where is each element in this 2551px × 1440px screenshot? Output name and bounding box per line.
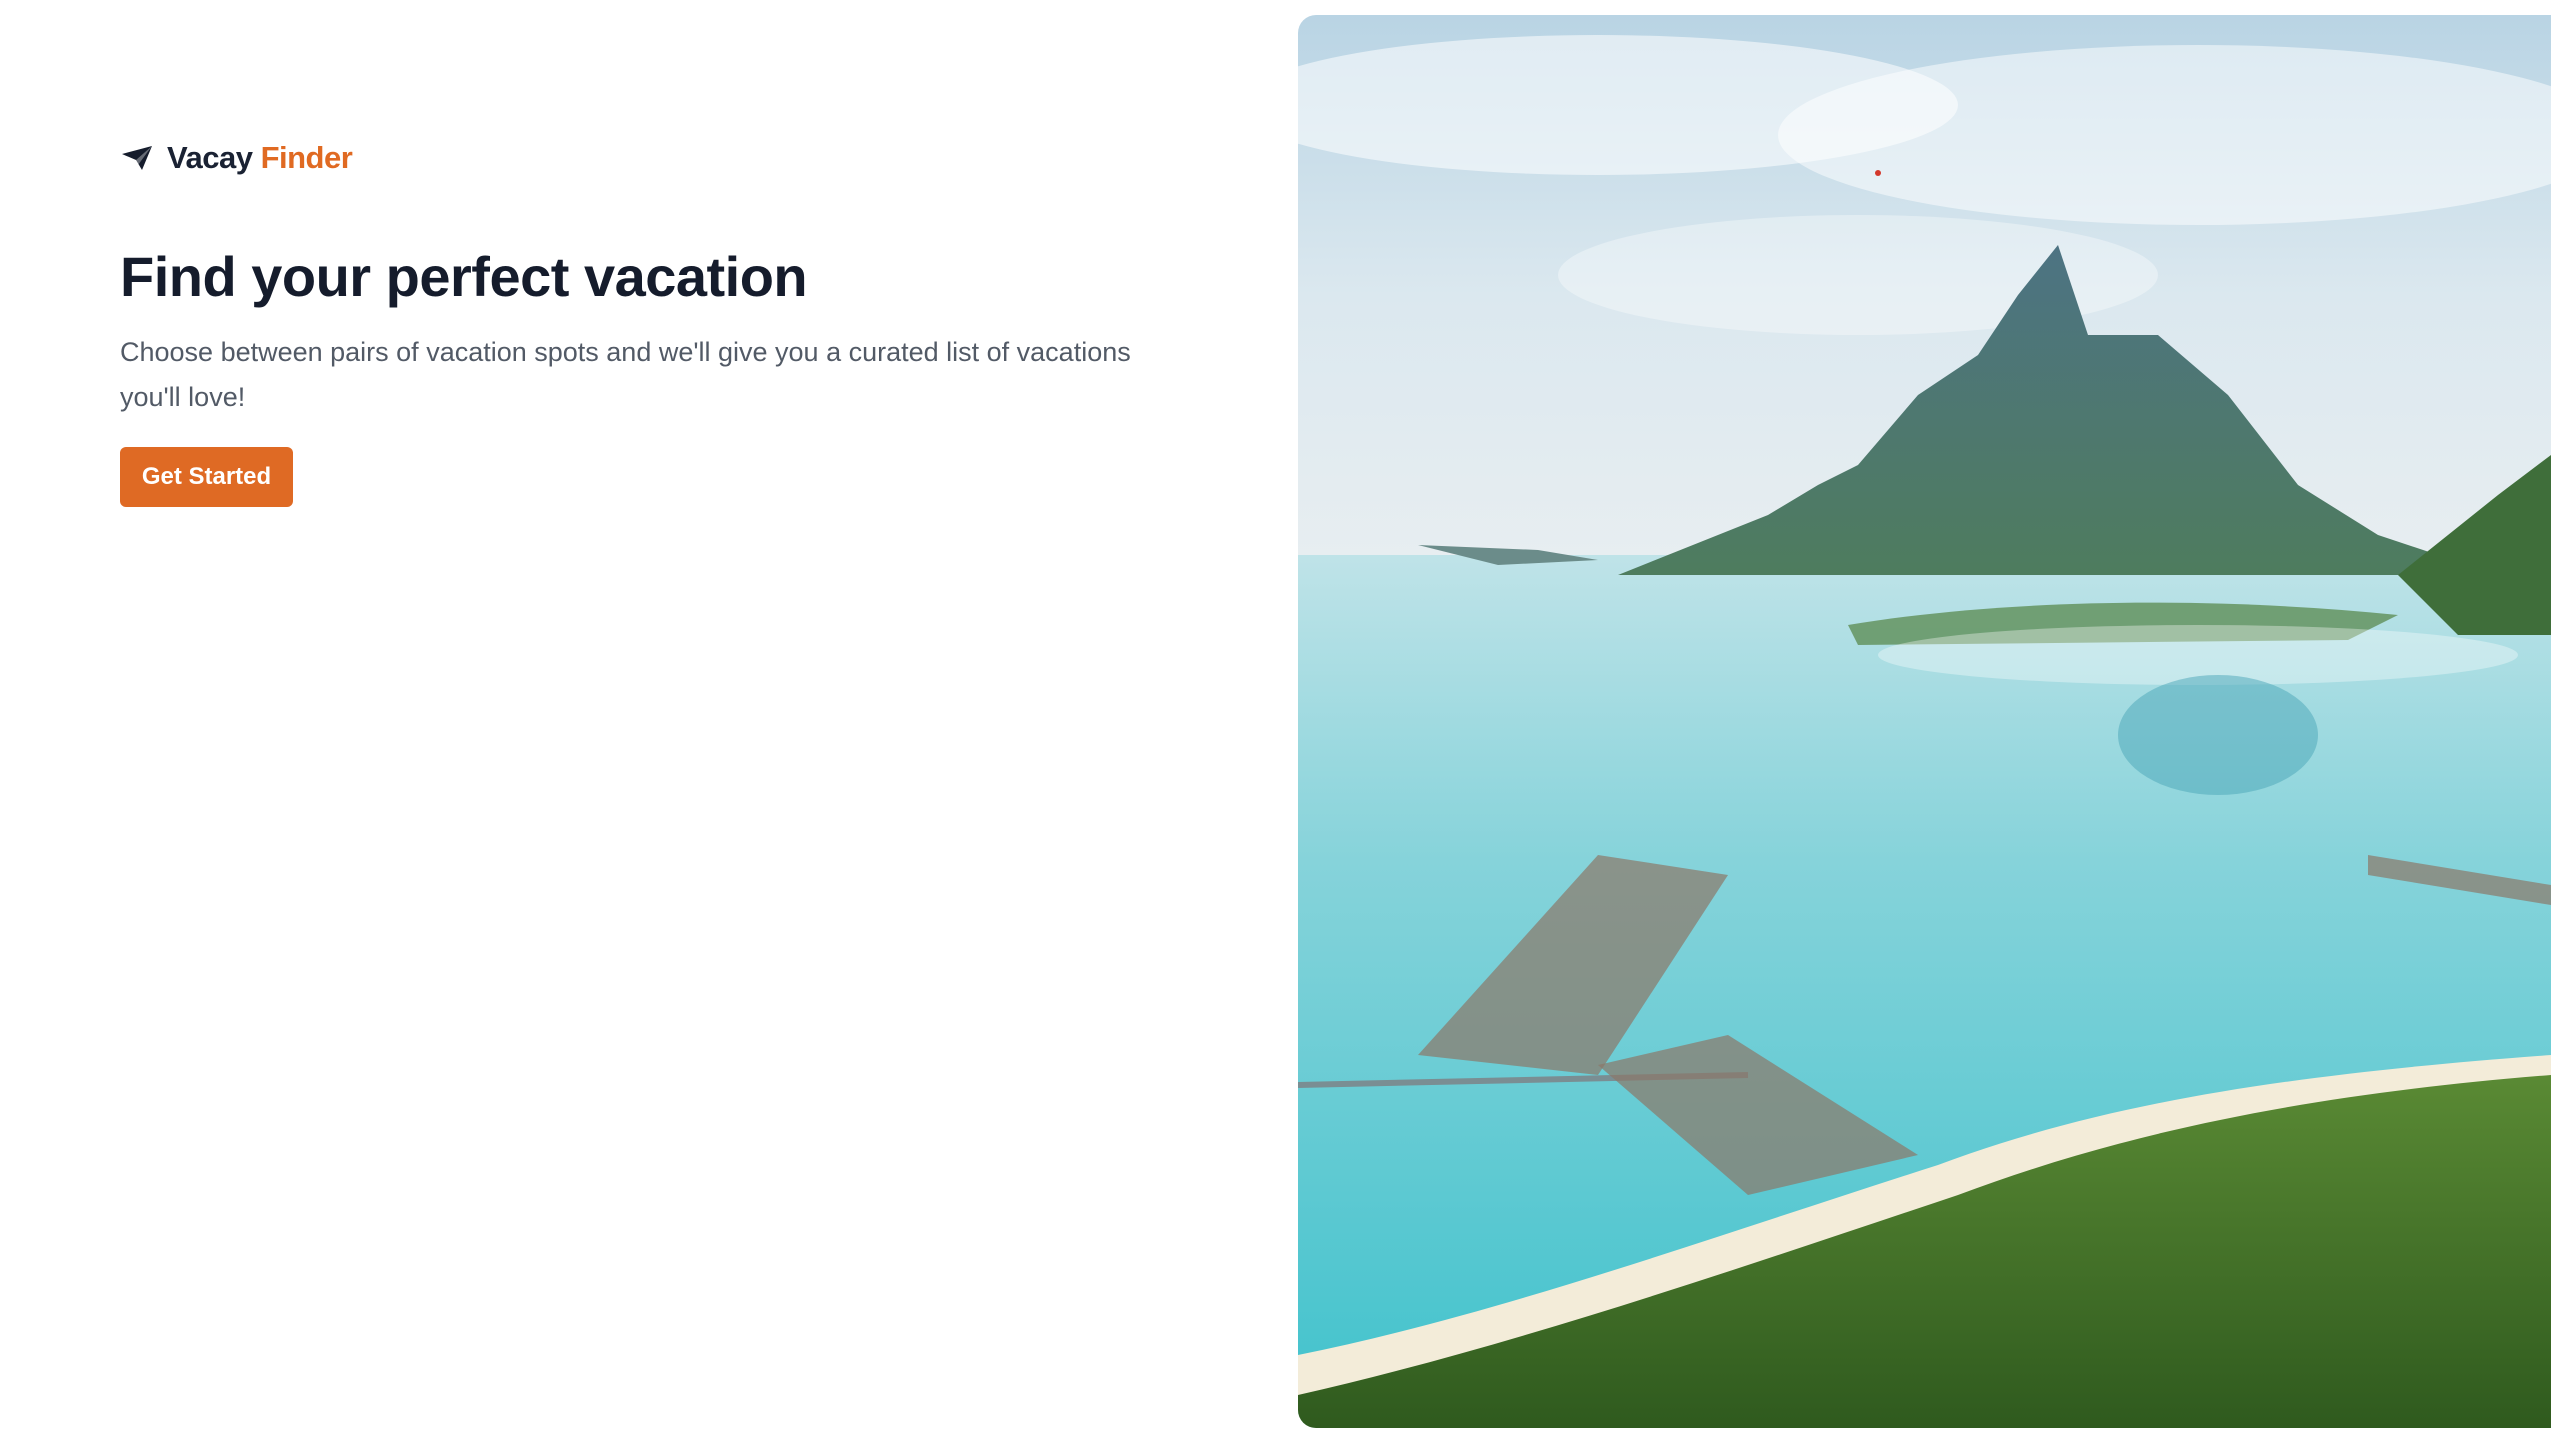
hero-image [1298, 15, 2551, 1428]
brand-name-accent: Finder [260, 140, 353, 175]
brand-name: Vacay Finder [167, 140, 353, 176]
paper-plane-icon [121, 145, 153, 171]
page-description: Choose between pairs of vacation spots a… [120, 337, 1131, 412]
get-started-button[interactable]: Get Started [120, 447, 293, 507]
brand-logo[interactable]: Vacay Finder [121, 140, 353, 176]
brand-name-main: Vacay [167, 140, 253, 175]
landing-page: Vacay Finder Find your perfect vacation … [0, 0, 2551, 1440]
page-title: Find your perfect vacation [120, 245, 808, 308]
intro-panel: Vacay Finder Find your perfect vacation … [0, 0, 1290, 1440]
